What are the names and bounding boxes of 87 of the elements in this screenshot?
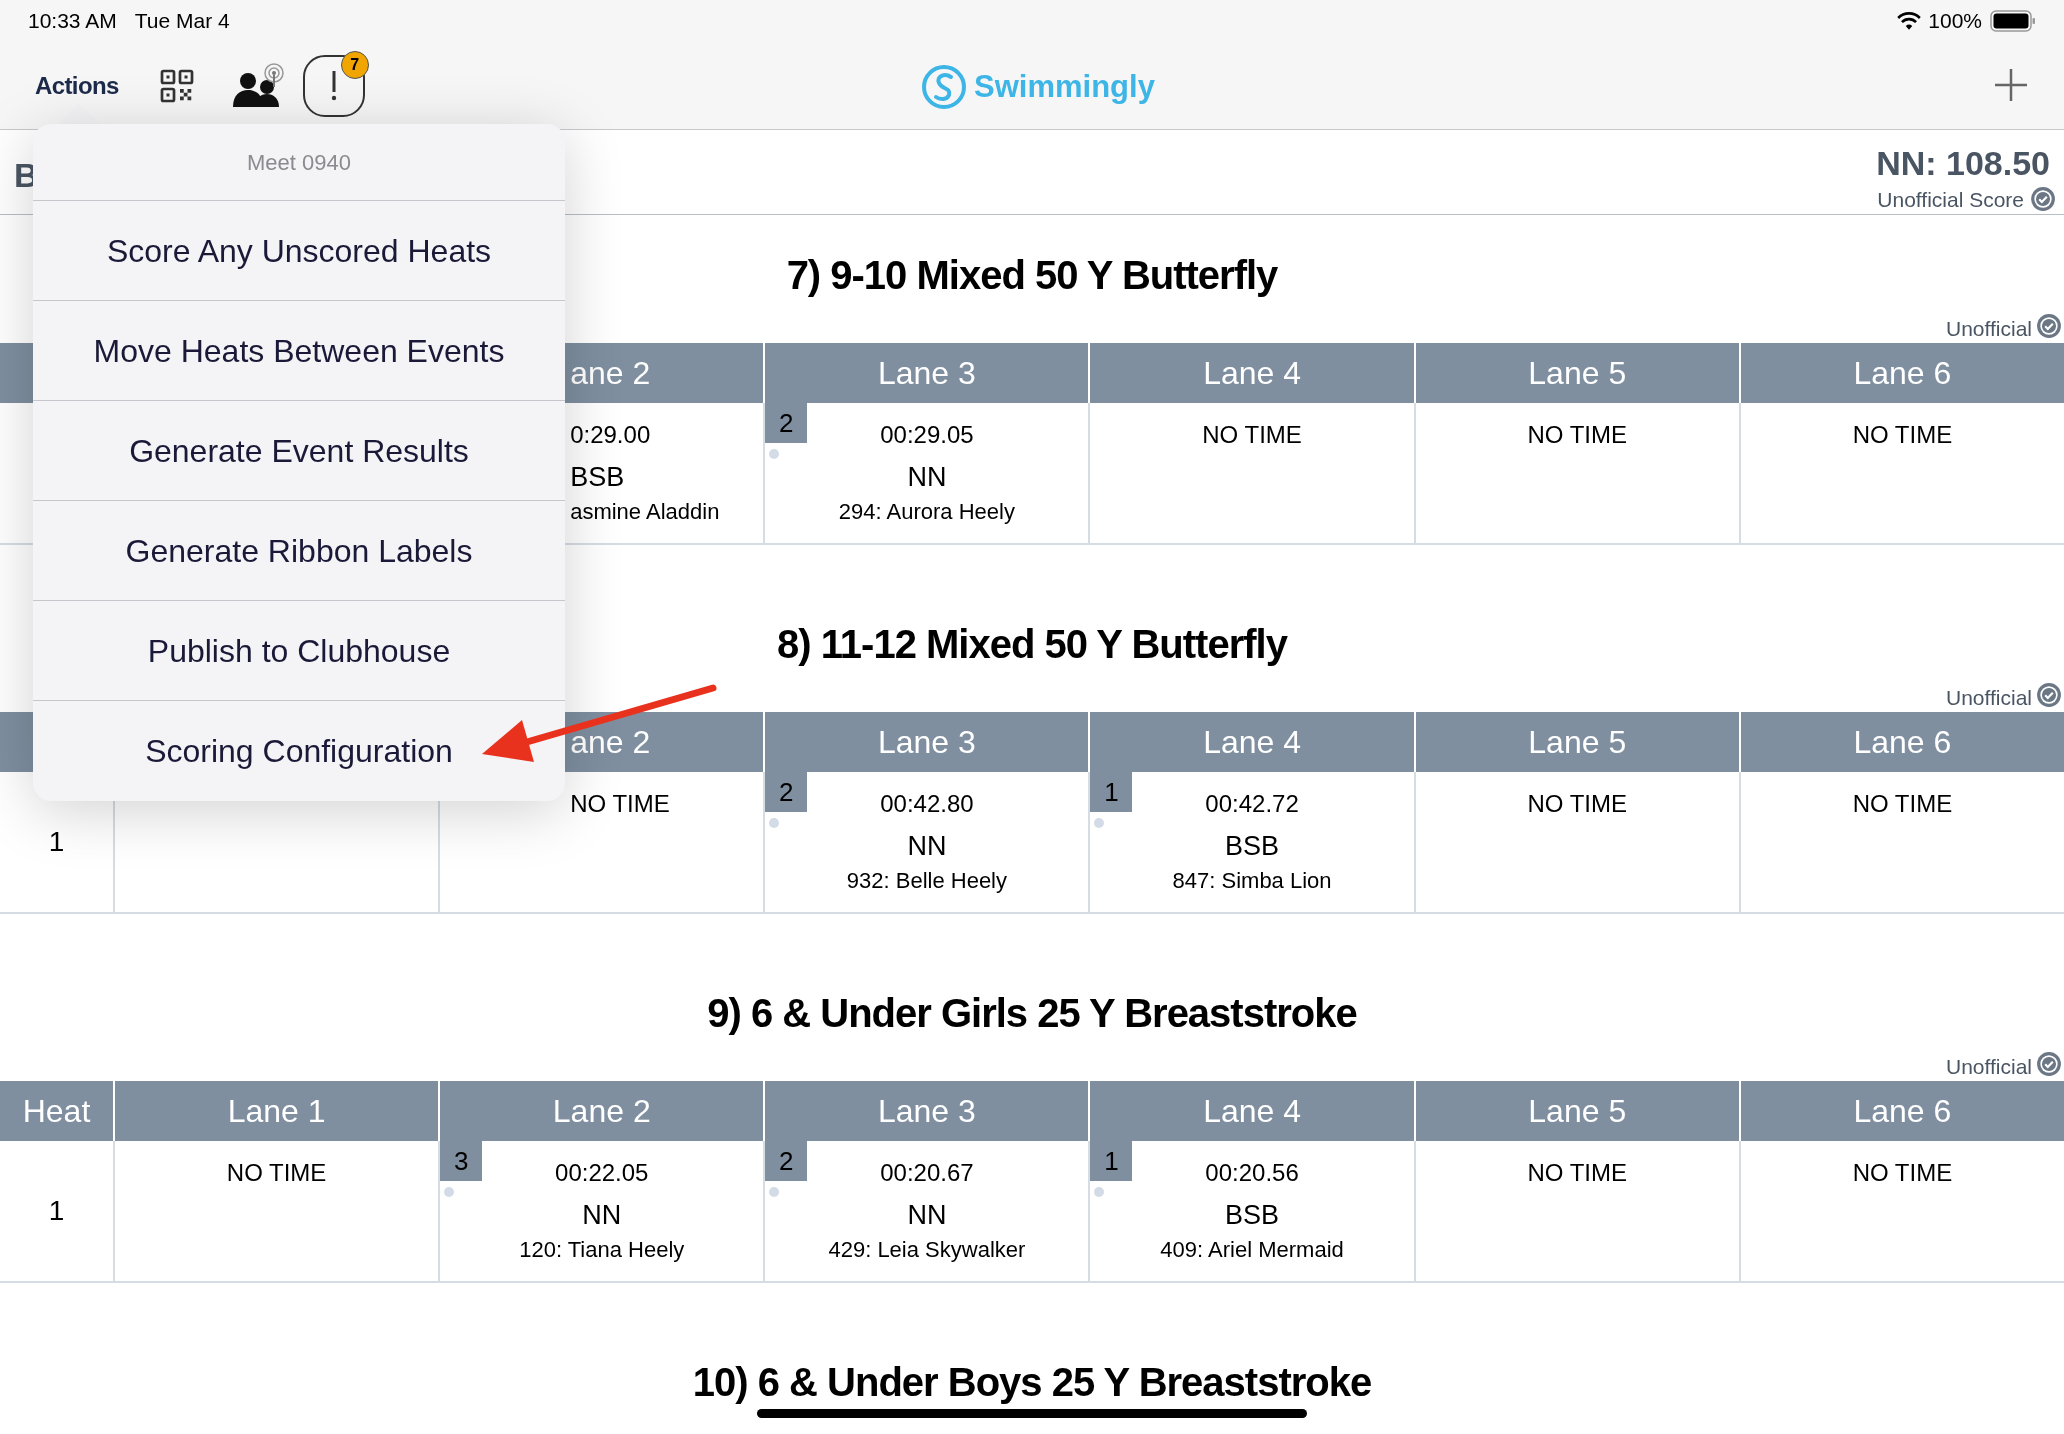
swimmer-name: 294: Aurora Heely (838, 498, 1015, 526)
swimmer-name: asmine Aladdin (570, 498, 720, 526)
swim-time: NO TIME (1852, 420, 1953, 450)
lane-header: Lane 5 (1528, 354, 1627, 393)
lane-header: Lane 5 (1528, 723, 1627, 762)
qr-code-icon[interactable] (158, 68, 195, 104)
lane-header: Lane 4 (1203, 723, 1301, 762)
lane-header: Lane 2 (552, 1092, 651, 1131)
notification-badge: 7 (340, 51, 369, 79)
team-code: BSB (1225, 1199, 1280, 1232)
team-code: NN (907, 461, 947, 494)
menu-item[interactable]: Score Any Unscored Heats (33, 201, 565, 301)
place-badge: 1 (1090, 772, 1133, 812)
place-badge: 3 (440, 1141, 483, 1181)
swim-time: 00:29.05 (880, 420, 974, 450)
place-badge: 2 (765, 403, 808, 443)
place-badge: 2 (765, 1141, 808, 1181)
menu-item[interactable]: Move Heats Between Events (33, 301, 565, 401)
lane-header: Lane 3 (877, 723, 976, 762)
lane-header: ane 2 (570, 354, 651, 393)
swim-time: 00:22.05 (555, 1158, 649, 1188)
verified-icon (2030, 186, 2056, 212)
heat-header: Heat (22, 1092, 91, 1131)
lane-header: Lane 3 (877, 1092, 976, 1131)
lane-header: Lane 6 (1853, 723, 1952, 762)
swim-time: NO TIME (1527, 1158, 1627, 1188)
logo-icon (922, 65, 966, 110)
team-code: NN (582, 1199, 622, 1232)
team-score: NN: 108.50 (1876, 146, 2050, 180)
lane-header: Lane 4 (1203, 1092, 1301, 1131)
event-title: 8) 11-12 Mixed 50 Y Butterfly (777, 621, 1287, 668)
event-title: 10) 6 & Under Boys 25 Y Breaststroke (692, 1359, 1372, 1406)
swimmer-name: 429: Leia Skywalker (828, 1236, 1026, 1264)
place-badge: 1 (1090, 1141, 1133, 1181)
swim-time: 0:29.00 (570, 420, 651, 450)
team-code: NN (907, 830, 947, 863)
swim-time: 00:42.72 (1205, 789, 1299, 819)
menu-item[interactable]: Publish to Clubhouse (33, 601, 565, 701)
lane-header: Lane 6 (1853, 354, 1952, 393)
heat-number: 1 (48, 1194, 65, 1228)
lane-header: Lane 3 (877, 354, 976, 393)
place-badge: 2 (765, 772, 808, 812)
exclamation-icon (329, 71, 338, 101)
swim-time: 00:42.80 (880, 789, 974, 819)
lane-header: Lane 4 (1203, 354, 1301, 393)
swim-time: NO TIME (570, 789, 670, 819)
swimmer-name: 932: Belle Heely (846, 867, 1007, 895)
lane-header: Lane 6 (1853, 1092, 1952, 1131)
event-title: 9) 6 & Under Girls 25 Y Breaststroke (707, 990, 1357, 1037)
battery-percent: 100% (1928, 8, 1982, 35)
verified-icon (2036, 313, 2062, 339)
heat-number: 1 (48, 825, 65, 859)
menu-item[interactable]: Generate Ribbon Labels (33, 501, 565, 601)
status-time: 10:33 AM (28, 8, 117, 35)
swim-time: NO TIME (1527, 420, 1627, 450)
swim-time: 00:20.67 (880, 1158, 974, 1188)
swim-time: NO TIME (226, 1158, 327, 1188)
verified-icon (2036, 1051, 2062, 1077)
event-status: Unofficial (1946, 1056, 2032, 1077)
swim-time: NO TIME (1527, 789, 1627, 819)
actions-button[interactable]: Actions (35, 68, 119, 104)
lane-header: ane 2 (570, 723, 651, 762)
team-code: BSB (1225, 830, 1280, 863)
add-icon[interactable] (1994, 68, 2028, 102)
event-title: 7) 9-10 Mixed 50 Y Butterfly (786, 252, 1278, 299)
menu-header: Meet 0940 (247, 148, 351, 177)
event-status: Unofficial (1946, 687, 2032, 708)
lane-header: Lane 5 (1528, 1092, 1627, 1131)
status-date: Tue Mar 4 (134, 8, 230, 35)
team-code: NN (907, 1199, 947, 1232)
swimmer-name: 409: Ariel Mermaid (1160, 1236, 1344, 1264)
swimmer-name: 847: Simba Lion (1172, 867, 1332, 895)
lane-header: Lane 1 (227, 1092, 326, 1131)
wifi-icon (1896, 11, 1923, 31)
menu-item[interactable]: Generate Event Results (33, 401, 565, 501)
menu-item[interactable]: Scoring Configuration (33, 701, 565, 801)
swim-time: NO TIME (1852, 1158, 1953, 1188)
app-logo-text: Swimmingly (974, 68, 1155, 106)
swimmer-name: 120: Tiana Heely (519, 1236, 685, 1264)
swim-time: NO TIME (1852, 789, 1953, 819)
verified-icon (2036, 682, 2062, 708)
team-code: BSB (570, 461, 625, 494)
battery-icon (1990, 10, 2036, 32)
score-status: Unofficial Score (1877, 188, 2024, 210)
event-status: Unofficial (1946, 318, 2032, 339)
swim-time: 00:20.56 (1205, 1158, 1299, 1188)
swim-time: NO TIME (1202, 420, 1302, 450)
